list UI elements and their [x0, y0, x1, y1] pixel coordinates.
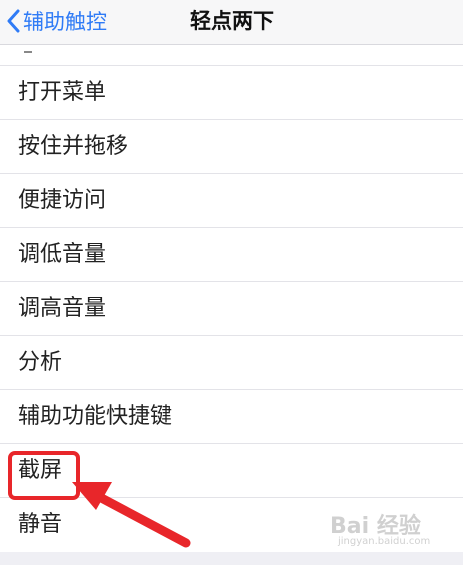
- list-item-open-menu[interactable]: 打开菜单: [0, 66, 463, 120]
- list-item-reachability[interactable]: 便捷访问: [0, 174, 463, 228]
- list-item-press-drag[interactable]: 按住并拖移: [0, 120, 463, 174]
- back-button[interactable]: 辅助触控: [6, 6, 107, 36]
- partial-checkmark: [24, 45, 32, 53]
- list-item-volume-down[interactable]: 调低音量: [0, 228, 463, 282]
- highlight-box: [8, 451, 80, 500]
- list-item-accessibility-shortcut[interactable]: 辅助功能快捷键: [0, 390, 463, 444]
- back-label: 辅助触控: [23, 10, 107, 34]
- list-item-volume-up[interactable]: 调高音量: [0, 282, 463, 336]
- list-item-analytics[interactable]: 分析: [0, 336, 463, 390]
- watermark-url: jingyan.baidu.com: [338, 536, 431, 547]
- list-item-partial[interactable]: [0, 45, 463, 66]
- page-title: 轻点两下: [190, 9, 274, 33]
- navigation-bar: 辅助触控 轻点两下: [0, 0, 463, 45]
- chevron-left-icon: [7, 9, 20, 33]
